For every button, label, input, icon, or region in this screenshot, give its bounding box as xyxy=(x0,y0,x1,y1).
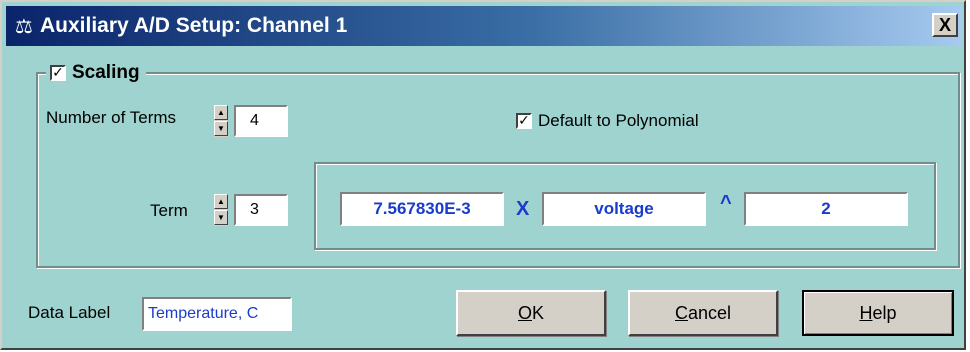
spin-up-icon[interactable]: ▲ xyxy=(214,105,228,120)
spin-up-icon[interactable]: ▲ xyxy=(214,194,228,209)
scaling-checkbox[interactable]: ✓ xyxy=(50,65,66,81)
ok-mnemonic: O xyxy=(517,303,532,323)
scaling-legend: ✓ Scaling xyxy=(46,61,146,85)
close-button[interactable]: X xyxy=(932,13,958,37)
spin-down-icon[interactable]: ▼ xyxy=(214,121,228,136)
number-of-terms-spinner[interactable]: ▲ ▼ xyxy=(214,105,228,137)
power-symbol: ^ xyxy=(720,192,732,214)
number-of-terms-label: Number of Terms xyxy=(46,108,177,127)
cancel-mnemonic: C xyxy=(674,303,688,323)
term-spinner[interactable]: ▲ ▼ xyxy=(214,194,228,226)
coefficient-field[interactable]: 7.567830E-3 xyxy=(340,192,504,226)
help-button[interactable]: Help xyxy=(802,290,954,336)
aux-ad-setup-dialog: ⚖ Auxiliary A/D Setup: Channel 1 X ✓ Sca… xyxy=(0,0,966,350)
window-title: Auxiliary A/D Setup: Channel 1 xyxy=(40,14,348,37)
term-label: Term xyxy=(150,201,188,220)
help-label-rest: elp xyxy=(872,303,897,323)
scaling-label: Scaling xyxy=(72,62,140,83)
cancel-label-rest: ancel xyxy=(687,303,732,323)
ok-button[interactable]: OK xyxy=(456,290,606,336)
ok-label-rest: K xyxy=(532,303,545,323)
term-field[interactable]: 3 xyxy=(234,194,288,226)
default-polynomial-label: Default to Polynomial xyxy=(538,111,699,130)
instrument-icon: ⚖ xyxy=(15,14,33,38)
data-label-field[interactable]: Temperature, C xyxy=(142,297,292,331)
default-polynomial-option[interactable]: ✓ Default to Polynomial xyxy=(516,111,699,131)
default-polynomial-checkbox[interactable]: ✓ xyxy=(516,113,532,129)
variable-field[interactable]: voltage xyxy=(542,192,706,226)
spin-down-icon[interactable]: ▼ xyxy=(214,210,228,225)
title-bar[interactable]: ⚖ Auxiliary A/D Setup: Channel 1 X xyxy=(6,6,962,46)
cancel-button[interactable]: Cancel xyxy=(628,290,778,336)
help-mnemonic: H xyxy=(859,303,873,323)
number-of-terms-field[interactable]: 4 xyxy=(234,105,288,137)
exponent-field[interactable]: 2 xyxy=(744,192,908,226)
data-label-label: Data Label xyxy=(28,303,111,322)
multiply-symbol: X xyxy=(516,198,530,220)
